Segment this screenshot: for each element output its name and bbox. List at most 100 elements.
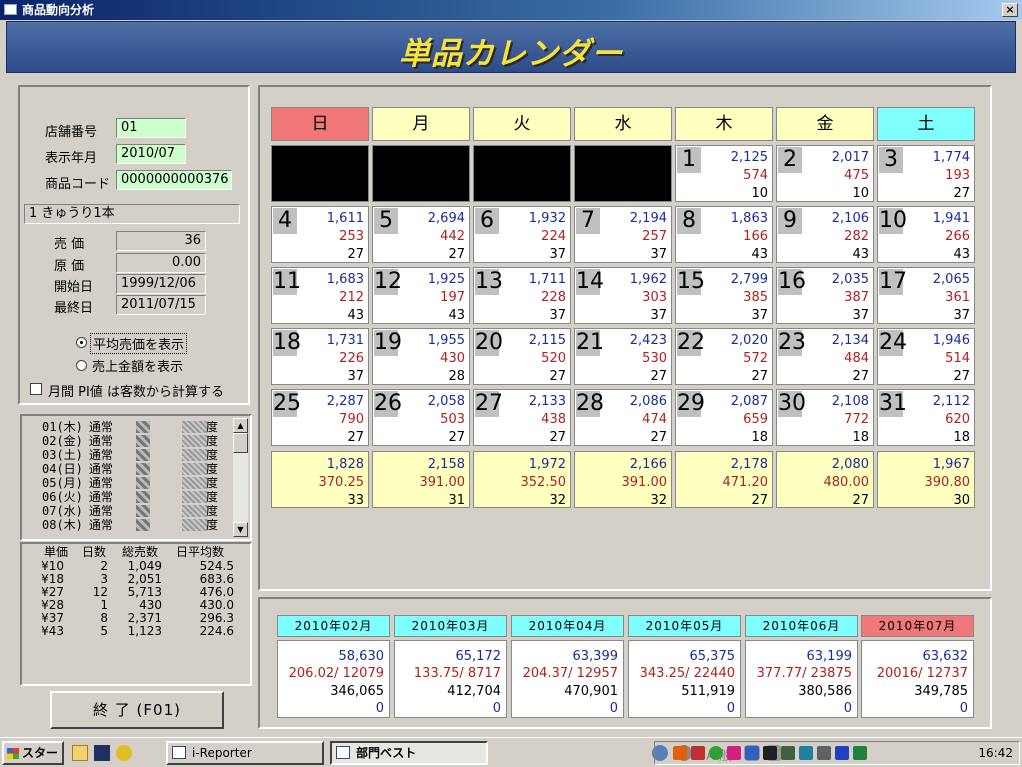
calendar-day-cell[interactable]: 11 1,683 212 43 (271, 267, 369, 324)
scroll-up-icon[interactable]: ▲ (233, 418, 248, 433)
scrollbar[interactable]: ▲ ▼ (233, 418, 248, 537)
calendar-day-cell[interactable]: 17 2,065 361 37 (877, 267, 975, 324)
folder-icon[interactable] (72, 745, 88, 761)
window-title-bar[interactable]: 商品動向分析 × (0, 0, 1022, 20)
day-number: 15 (677, 269, 705, 295)
terminal-icon[interactable] (94, 745, 110, 761)
calendar-empty-cell (574, 145, 672, 202)
calendar-empty-cell (372, 145, 470, 202)
day-unit-price: 27 (448, 247, 465, 262)
calendar-day-cell[interactable]: 27 2,133 438 27 (473, 389, 571, 446)
month-header[interactable]: 2010年05月 (628, 615, 741, 637)
calendar-day-cell[interactable]: 10 1,941 266 43 (877, 206, 975, 263)
calendar-day-cell[interactable]: 15 2,799 385 37 (675, 267, 773, 324)
calendar-day-cell[interactable]: 31 2,112 620 18 (877, 389, 975, 446)
start-button[interactable]: スタート (2, 741, 64, 767)
window-icon (172, 746, 186, 759)
calendar-day-cell[interactable]: 13 1,711 228 37 (473, 267, 571, 324)
calendar-day-cell[interactable]: 7 2,194 257 37 (574, 206, 672, 263)
tray-tool-icon[interactable] (817, 746, 831, 760)
calendar-day-cell[interactable]: 14 1,962 303 37 (574, 267, 672, 324)
exit-button[interactable]: 終 了 (F01) (50, 691, 224, 729)
daily-list[interactable]: 01(木) 通常度 02(金) 通常度 03(土) 通常度 04(日) 通常度 05(月) 通常度… (20, 414, 252, 541)
calendar-day-cell[interactable]: 22 2,020 572 27 (675, 328, 773, 385)
redacted-value (136, 449, 150, 461)
tray-disc-icon[interactable] (799, 746, 813, 760)
list-item[interactable]: 03(土) 通常 (42, 448, 113, 462)
tray-phone-icon[interactable] (763, 746, 777, 760)
tray-font-icon[interactable] (691, 746, 705, 760)
month-header[interactable]: 2010年02月 (277, 615, 390, 637)
list-item[interactable]: 08(木) 通常 (42, 518, 113, 532)
radio-sales-amount-label[interactable]: 売上金額を表示 (92, 356, 183, 375)
tray-play-icon[interactable] (835, 746, 849, 760)
list-item[interactable]: 07(水) 通常 (42, 504, 113, 518)
daily-date: 02(金) (42, 434, 83, 448)
calendar-day-cell[interactable]: 18 1,731 226 37 (271, 328, 369, 385)
calendar-day-cell[interactable]: 12 1,925 197 43 (372, 267, 470, 324)
calendar-day-cell[interactable]: 30 2,108 772 18 (776, 389, 874, 446)
scroll-thumb[interactable] (233, 433, 248, 453)
tray-monitor-icon[interactable] (853, 746, 867, 760)
day-unit-price: 27 (347, 430, 364, 445)
task-i-reporter[interactable]: i-Reporter (166, 741, 324, 765)
radio-average-price-label[interactable]: 平均売価を表示 (90, 333, 188, 354)
calendar-day-cell[interactable]: 29 2,087 659 18 (675, 389, 773, 446)
calendar-day-cell[interactable]: 1 2,125 574 10 (675, 145, 773, 202)
month-cell: 63,399 204.37/ 12957 470,901 0 (511, 640, 624, 718)
calendar-day-cell[interactable]: 28 2,086 474 27 (574, 389, 672, 446)
store-label: 店舗番号 (45, 125, 98, 140)
list-item[interactable]: 04(日) 通常 (42, 462, 113, 476)
list-item[interactable]: 05(月) 通常 (42, 476, 113, 490)
radio-average-price[interactable] (76, 337, 87, 348)
calendar-day-cell[interactable]: 25 2,287 790 27 (271, 389, 369, 446)
app-shortcut-icon[interactable] (116, 745, 132, 761)
calendar-day-cell[interactable]: 3 1,774 193 27 (877, 145, 975, 202)
calendar-day-cell[interactable]: 9 2,106 282 43 (776, 206, 874, 263)
calendar-day-cell[interactable]: 19 1,955 430 28 (372, 328, 470, 385)
calendar-day-cell[interactable]: 5 2,694 442 27 (372, 206, 470, 263)
day-number: 24 (879, 330, 907, 356)
day-unit-price: 37 (347, 369, 364, 384)
tray-search-icon[interactable] (727, 746, 741, 760)
tray-camera-icon[interactable] (781, 746, 795, 760)
list-item[interactable]: 01(木) 通常 (42, 420, 113, 434)
calendar-day-cell[interactable]: 6 1,932 224 37 (473, 206, 571, 263)
pi-checkbox-label[interactable]: 月間 PI値 は客数から計算する (48, 381, 224, 400)
daily-suffix: 度 (206, 490, 219, 504)
list-item[interactable]: 02(金) 通常 (42, 434, 113, 448)
month-header[interactable]: 2010年03月 (394, 615, 507, 637)
close-button[interactable]: × (1002, 3, 1018, 17)
radio-sales-amount[interactable] (76, 360, 87, 371)
calendar-day-cell[interactable]: 4 1,611 253 27 (271, 206, 369, 263)
calendar-day-cell[interactable]: 26 2,058 503 27 (372, 389, 470, 446)
day-number: 19 (374, 330, 402, 356)
tray-app-icon[interactable] (673, 746, 687, 760)
calendar-day-cell[interactable]: 24 1,946 514 27 (877, 328, 975, 385)
calendar-day-cell[interactable]: 21 2,423 530 27 (574, 328, 672, 385)
product-code-field[interactable]: 0000000000376 (116, 170, 232, 190)
scroll-down-icon[interactable]: ▼ (233, 522, 248, 537)
weekday-summary-cell: 1,967 390.80 30 (877, 451, 975, 508)
day-pi-value: 430 (440, 351, 465, 366)
month-field[interactable]: 2010/07 (116, 144, 186, 164)
day-unit-price: 18 (953, 430, 970, 445)
calendar-day-cell[interactable]: 23 2,134 484 27 (776, 328, 874, 385)
calendar-day-cell[interactable]: 8 1,863 166 43 (675, 206, 773, 263)
daily-type: 通常 (88, 462, 113, 476)
month-cell: 63,199 377.77/ 23875 380,586 0 (745, 640, 858, 718)
calendar-day-cell[interactable]: 2 2,017 475 10 (776, 145, 874, 202)
task-bumon-best[interactable]: 部門ベスト (330, 741, 488, 765)
list-item[interactable]: 06(火) 通常 (42, 490, 113, 504)
calendar-day-cell[interactable]: 20 2,115 520 27 (473, 328, 571, 385)
tray-doc-icon[interactable] (745, 746, 759, 760)
tray-globe-icon[interactable] (709, 746, 723, 760)
pi-checkbox[interactable] (30, 383, 42, 395)
day-customers: 2,058 (427, 394, 465, 409)
calendar-day-cell[interactable]: 16 2,035 387 37 (776, 267, 874, 324)
month-header[interactable]: 2010年07月 (861, 615, 974, 637)
store-field[interactable]: 01 (116, 118, 186, 138)
month-header[interactable]: 2010年04月 (511, 615, 624, 637)
app-icon (4, 4, 17, 15)
month-header[interactable]: 2010年06月 (745, 615, 858, 637)
